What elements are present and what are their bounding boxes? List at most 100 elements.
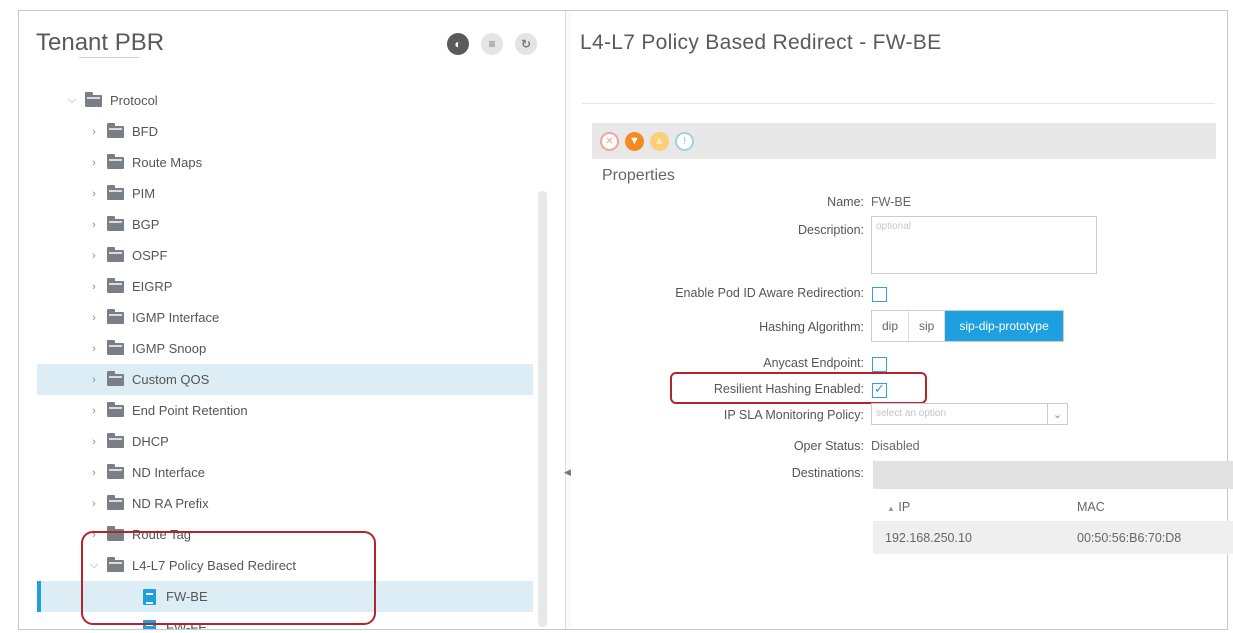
hashing-option-sip[interactable]: sip (909, 311, 946, 341)
folder-icon (107, 122, 124, 138)
chevron-right-icon[interactable]: › (87, 157, 101, 169)
pane-header-icons: ◐ ≡ ↻ (447, 33, 537, 55)
destinations-label: Destinations: (791, 466, 864, 480)
splitter-handle-icon[interactable]: ◀ (564, 467, 571, 478)
fault-toolbar: ✕ ▼ ▲ ! (592, 123, 1216, 159)
tree-item-label: PIM (132, 186, 156, 201)
description-label: Description: (798, 223, 864, 237)
pod-aware-checkbox[interactable] (872, 287, 887, 302)
destination-mac: 00:50:56:B6:70:D8 (1077, 530, 1182, 545)
folder-icon (107, 370, 124, 386)
chevron-right-icon[interactable]: › (87, 126, 101, 138)
destinations-header: ▲ IP MAC (873, 494, 1233, 520)
tree-item[interactable]: › Custom QOS (37, 364, 533, 395)
ip-sla-label: IP SLA Monitoring Policy: (723, 408, 864, 422)
tree-item-label: IGMP Snoop (132, 341, 207, 356)
tree-item[interactable]: › BFD (37, 116, 533, 147)
tree-item-label: Custom QOS (132, 372, 210, 387)
warning-fault-icon[interactable]: ! (675, 131, 694, 151)
minor-fault-icon[interactable]: ▲ (650, 131, 669, 151)
folder-icon (107, 463, 124, 479)
chevron-down-icon[interactable]: ⌄ (1047, 404, 1067, 424)
tree-item-label: DHCP (132, 434, 169, 449)
chevron-right-icon[interactable]: › (87, 498, 101, 510)
major-fault-icon[interactable]: ▼ (625, 131, 644, 151)
chevron-right-icon[interactable]: › (87, 250, 101, 262)
oper-status-value: Disabled (871, 439, 920, 453)
chevron-right-icon[interactable]: › (87, 405, 101, 417)
tree-item[interactable]: › DHCP (37, 426, 533, 457)
tree-item-label: EIGRP (132, 279, 173, 294)
page-title: L4-L7 Policy Based Redirect - FW-BE (580, 31, 942, 54)
chevron-right-icon[interactable]: › (87, 188, 101, 200)
tree-item-label: IGMP Interface (132, 310, 220, 325)
table-row[interactable]: 192.168.250.10 00:50:56:B6:70:D8 (873, 521, 1233, 554)
critical-fault-icon[interactable]: ✕ (600, 131, 619, 151)
navigation-pane: Tenant PBR ◐ ≡ ↻ ⌵ Protocol › BFD › Route Map… (19, 11, 565, 629)
tree-item[interactable]: › IGMP Interface (37, 302, 533, 333)
clipped-tree-row (79, 57, 139, 61)
tree-item[interactable]: › IGMP Snoop (37, 333, 533, 364)
hashing-selector: dip sip sip-dip-prototype (871, 310, 1064, 342)
tree-item[interactable]: ⌵ Protocol (37, 85, 533, 116)
hashing-option-sip-dip-prototype[interactable]: sip-dip-prototype (945, 311, 1063, 341)
anycast-label: Anycast Endpoint: (763, 356, 864, 370)
resilient-hashing-callout-box (670, 372, 927, 404)
folder-icon (107, 432, 124, 448)
pbr-callout-box (81, 531, 376, 625)
tree-item-label: End Point Retention (132, 403, 248, 418)
tree-item[interactable]: › BGP (37, 209, 533, 240)
folder-icon (107, 494, 124, 510)
hashing-label: Hashing Algorithm: (759, 320, 864, 334)
name-value: FW-BE (871, 195, 912, 209)
refresh-icon[interactable]: ↻ (515, 33, 537, 55)
ip-sla-select[interactable]: select an option ⌄ (871, 403, 1068, 425)
tree-item-label: OSPF (132, 248, 168, 263)
tree-item-label: BFD (132, 124, 158, 139)
tree-item-label: ND RA Prefix (132, 496, 209, 511)
ip-sla-placeholder: select an option (876, 408, 947, 419)
tree-item[interactable]: › EIGRP (37, 271, 533, 302)
chevron-right-icon[interactable]: › (87, 281, 101, 293)
folder-icon (107, 215, 124, 231)
selection-indicator (37, 581, 41, 612)
chevron-right-icon[interactable]: › (87, 436, 101, 448)
folder-icon (107, 246, 124, 262)
hashing-option-dip[interactable]: dip (872, 311, 910, 341)
tree-item-label: BGP (132, 217, 160, 232)
policy-icon[interactable]: ◐ (447, 33, 469, 55)
chevron-right-icon[interactable]: › (87, 343, 101, 355)
tree-item[interactable]: › ND RA Prefix (37, 488, 533, 519)
folder-icon (107, 277, 124, 293)
destinations-toolbar (873, 461, 1233, 489)
tree-item[interactable]: › End Point Retention (37, 395, 533, 426)
chevron-right-icon[interactable]: › (87, 219, 101, 231)
tenant-title: Tenant PBR (36, 29, 165, 56)
destination-ip: 192.168.250.10 (885, 530, 972, 545)
description-field[interactable]: optional (871, 216, 1097, 274)
tree-scrollbar[interactable] (538, 191, 547, 627)
folder-icon (107, 339, 124, 355)
tree-item-label: Route Maps (132, 155, 203, 170)
ip-column-header[interactable]: ▲ IP (873, 500, 1073, 514)
tree-item[interactable]: › OSPF (37, 240, 533, 271)
oper-status-label: Oper Status: (793, 439, 864, 453)
tree-item[interactable]: › PIM (37, 178, 533, 209)
tools-icon[interactable]: ≡ (481, 33, 503, 55)
pane-splitter[interactable] (565, 11, 571, 629)
chevron-down-icon[interactable]: ⌵ (65, 94, 79, 107)
properties-heading: Properties (602, 167, 675, 184)
chevron-right-icon[interactable]: › (87, 374, 101, 386)
chevron-right-icon[interactable]: › (87, 467, 101, 479)
chevron-right-icon[interactable]: › (87, 312, 101, 324)
tree-item[interactable]: › Route Maps (37, 147, 533, 178)
tree-item-label: Protocol (110, 93, 158, 108)
work-pane: L4-L7 Policy Based Redirect - FW-BE ✕ ▼ … (572, 11, 1233, 629)
tree-item[interactable]: › ND Interface (37, 457, 533, 488)
folder-icon (107, 401, 124, 417)
folder-icon (107, 308, 124, 324)
folder-icon (107, 153, 124, 169)
pod-aware-label: Enable Pod ID Aware Redirection: (675, 286, 864, 300)
anycast-checkbox[interactable] (872, 357, 887, 372)
mac-column-header[interactable]: MAC (1073, 500, 1105, 514)
